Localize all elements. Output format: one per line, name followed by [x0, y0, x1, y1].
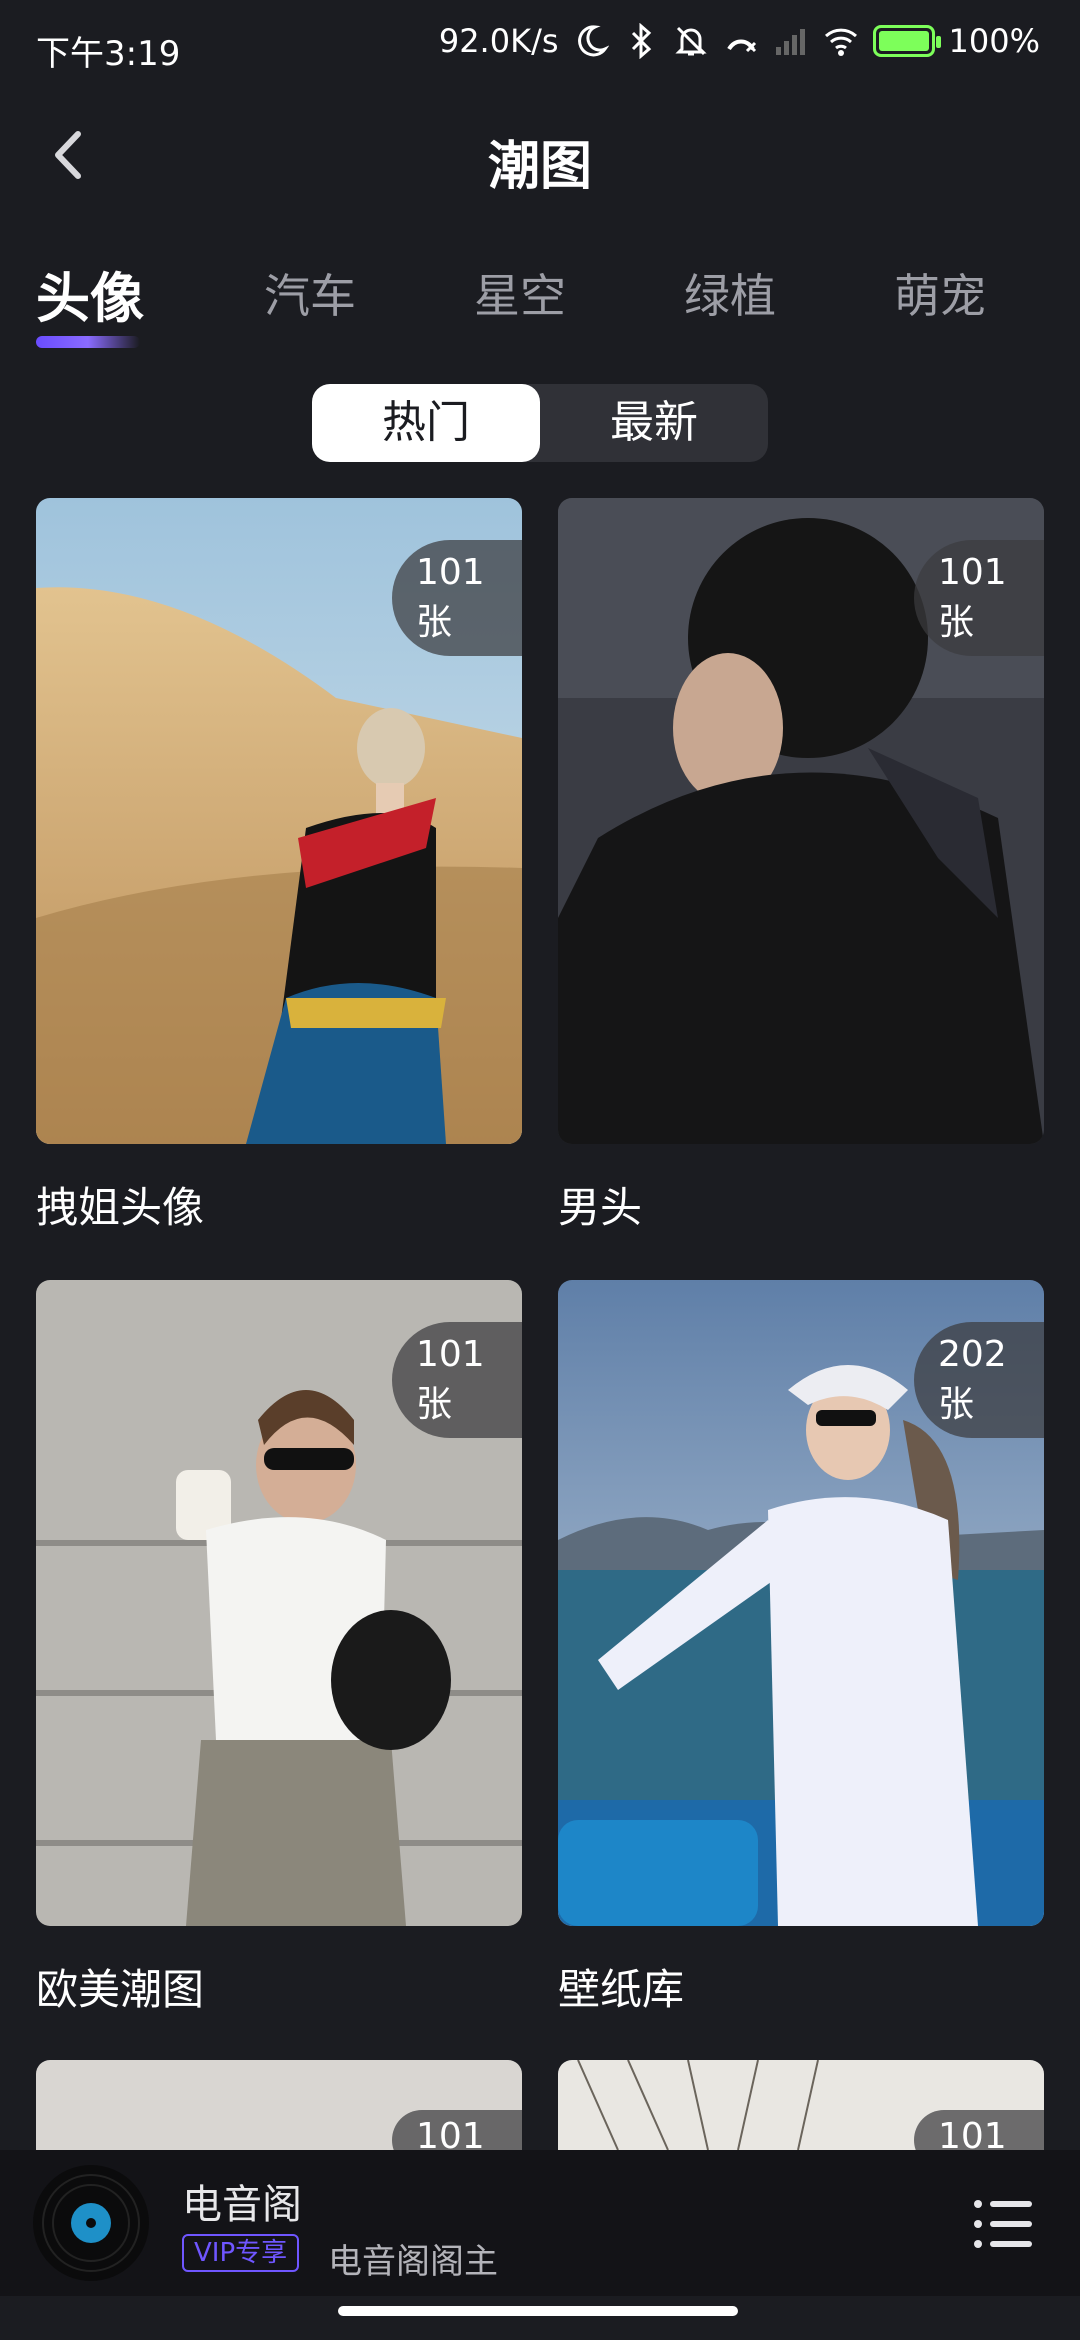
count-unit: 张 — [416, 1384, 453, 1425]
collection-title: 欧美潮图 — [36, 1965, 205, 2014]
count-number: 101 — [938, 2116, 1007, 2150]
playlist-icon[interactable] — [972, 2196, 1034, 2252]
collection-card[interactable]: 101 张 拽姐头像 — [36, 498, 522, 1235]
player-track-title: 电音阁 — [182, 2182, 302, 2228]
count-number: 101 — [416, 2116, 485, 2150]
player-artist: 电音阁阁主 — [328, 2242, 498, 2282]
net-speed: 92.0K/s — [438, 22, 559, 60]
count-unit: 张 — [416, 602, 453, 643]
image-count-badge: 101 张 — [392, 540, 522, 656]
sort-hot-button[interactable]: 热门 — [312, 384, 540, 462]
mini-player[interactable]: 电音阁 VIP专享 电音阁阁主 — [0, 2150, 1080, 2296]
count-unit: 张 — [938, 1384, 975, 1425]
call-icon — [726, 39, 756, 53]
count-number: 202 — [938, 1334, 1007, 1375]
app-screen: 下午3:19 92.0K/s 100% 潮图 头像 汽车 星空 绿植 萌宠 热门… — [0, 0, 1080, 2340]
moon-icon — [577, 25, 609, 57]
sort-new-button[interactable]: 最新 — [540, 384, 768, 462]
collection-title: 壁纸库 — [558, 1965, 685, 2014]
collection-title: 拽姐头像 — [36, 1183, 205, 1232]
home-indicator[interactable] — [338, 2306, 738, 2316]
category-tabs: 头像 汽车 星空 绿植 萌宠 — [0, 260, 1080, 360]
sort-toggle: 热门 最新 — [312, 384, 768, 462]
collection-thumbnail[interactable]: 101 张 — [36, 498, 522, 1144]
count-number: 101 — [416, 552, 485, 593]
image-count-badge: 101 张 — [392, 1322, 522, 1438]
vip-badge: VIP专享 — [182, 2234, 300, 2272]
collection-thumbnail[interactable]: 202 张 — [558, 1280, 1044, 1926]
tab-cars[interactable]: 汽车 — [264, 260, 356, 326]
collection-title: 男头 — [558, 1183, 643, 1232]
page-title: 潮图 — [487, 137, 592, 197]
collection-card[interactable]: 202 张 壁纸库 — [558, 1280, 1044, 2017]
signal-icon — [775, 29, 805, 55]
count-number: 101 — [416, 1334, 485, 1375]
battery-percent: 100% — [948, 22, 1040, 60]
battery-icon — [872, 25, 941, 57]
image-count-badge: 101 — [392, 2110, 522, 2150]
image-count-badge: 101 — [914, 2110, 1044, 2150]
count-number: 101 — [938, 552, 1007, 593]
tab-plants[interactable]: 绿植 — [684, 260, 776, 326]
vinyl-disc-icon[interactable] — [32, 2164, 150, 2282]
active-tab-indicator — [36, 336, 140, 348]
status-icons: 92.0K/s 100% — [439, 22, 1040, 60]
bluetooth-icon — [631, 23, 651, 59]
collection-thumbnail[interactable]: 101 张 — [36, 1280, 522, 1926]
count-unit: 张 — [938, 602, 975, 643]
collection-thumbnail-partial[interactable]: 101 — [36, 2060, 522, 2150]
status-bar: 下午3:19 92.0K/s 100% — [0, 0, 1080, 96]
collection-card[interactable]: 101 张 男头 — [558, 498, 1044, 1235]
status-time: 下午3:19 — [36, 34, 181, 74]
wifi-icon — [824, 28, 857, 56]
header: 潮图 — [0, 110, 1080, 200]
collection-thumbnail-partial[interactable]: 101 — [558, 2060, 1044, 2150]
tab-avatar[interactable]: 头像 — [36, 254, 144, 333]
tab-pets[interactable]: 萌宠 — [894, 260, 986, 326]
image-count-badge: 101 张 — [914, 540, 1044, 656]
tab-starry-sky[interactable]: 星空 — [474, 260, 566, 326]
bell-muted-icon — [674, 26, 707, 56]
collection-thumbnail[interactable]: 101 张 — [558, 498, 1044, 1144]
collection-card[interactable]: 101 张 欧美潮图 — [36, 1280, 522, 2017]
image-count-badge: 202 张 — [914, 1322, 1044, 1438]
